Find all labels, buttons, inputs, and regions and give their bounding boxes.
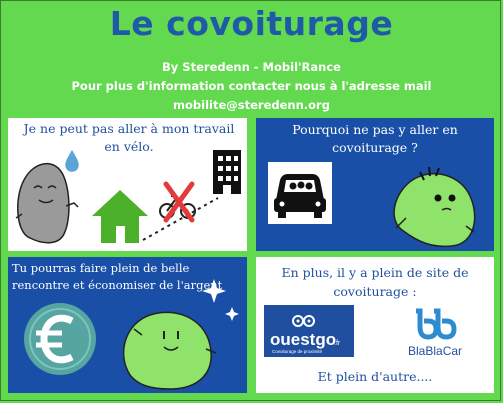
green-blob-character (122, 311, 217, 390)
sparkle-icon (202, 279, 226, 303)
cross-icon (163, 181, 195, 223)
panel-carpool-question: Pourquoi ne pas y aller en covoiturage ? (256, 118, 494, 251)
building-icon (213, 150, 241, 194)
panel-benefits: Tu pourras faire plein de belle rencontr… (8, 257, 247, 393)
panel-sites: En plus, il y a plein de site de covoitu… (256, 257, 494, 393)
ouestgo-logo[interactable]: ouestgo .fr Covoiturage de proximité (264, 305, 354, 357)
sparkle-icon (225, 307, 239, 321)
ouestgo-tagline: Covoiturage de proximité (272, 349, 323, 354)
house-icon (92, 190, 148, 243)
car-icon (268, 162, 332, 224)
euro-coin-icon (24, 303, 96, 375)
byline: By Steredenn - Mobil'Rance (162, 60, 341, 74)
more-sites-text: Et plein d'autre.... (317, 369, 433, 384)
page-title: Le covoiturage (109, 4, 394, 43)
panel-work-bike: Je ne peut pas aller à mon travail en vé… (8, 118, 247, 251)
blablacar-logo[interactable]: BlaBlaCar (408, 308, 462, 358)
grey-blob-character (15, 162, 79, 244)
water-drop-icon (65, 150, 79, 172)
ouestgo-wordmark: ouestgo (270, 330, 336, 349)
blablacar-wordmark: BlaBlaCar (408, 344, 462, 358)
contact-email[interactable]: mobilite@steredenn.org (0, 98, 503, 112)
contact-info: Pour plus d'information contacter nous à… (71, 79, 432, 93)
green-blob-character (393, 166, 476, 248)
ouestgo-tld: .fr (334, 340, 341, 347)
